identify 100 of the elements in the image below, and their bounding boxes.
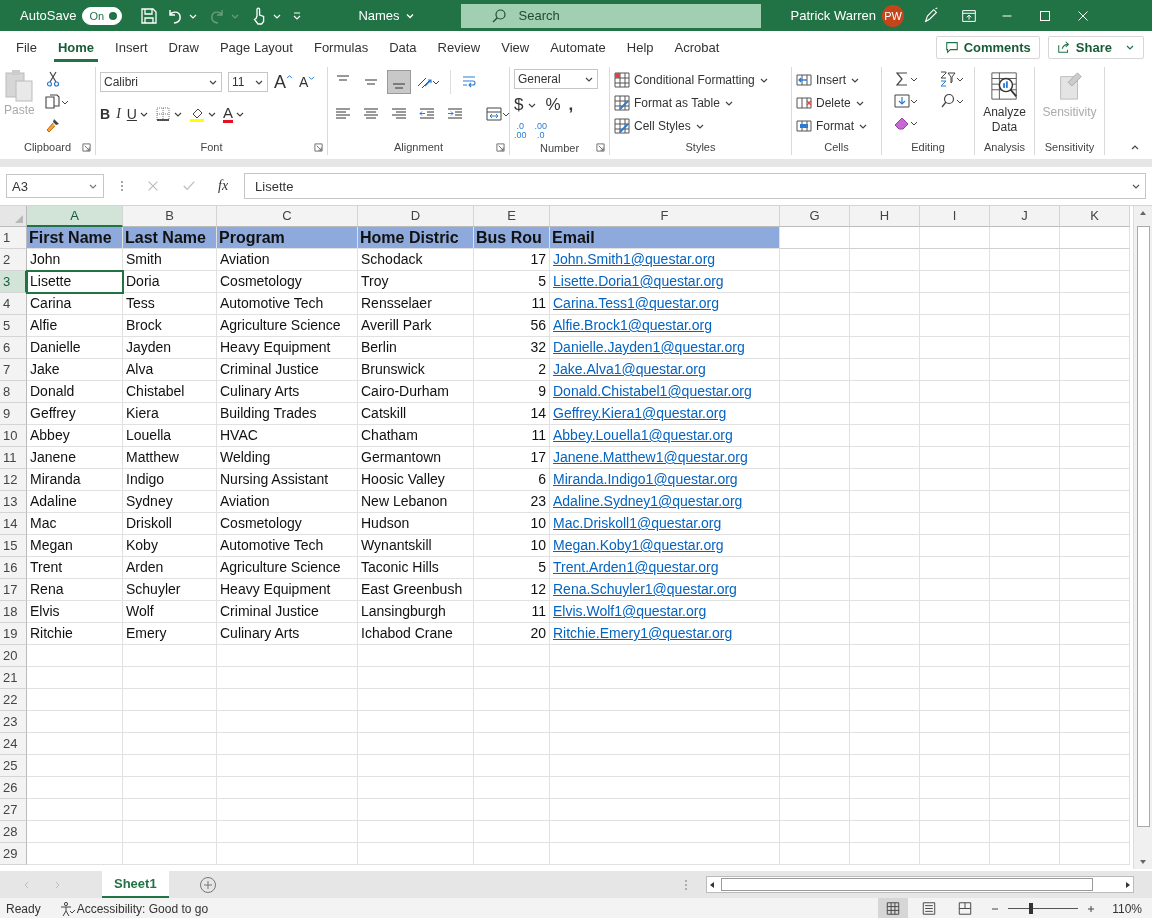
dialog-launcher-icon[interactable] <box>314 143 323 152</box>
column-header[interactable]: F <box>550 206 780 227</box>
email-link[interactable]: Janene.Matthew1@questar.org <box>553 449 748 465</box>
row-header[interactable]: 10 <box>0 425 27 447</box>
cells-menu-button[interactable]: Format <box>796 116 877 136</box>
borders-icon[interactable] <box>154 106 171 122</box>
email-link[interactable]: Megan.Koby1@questar.org <box>553 537 724 553</box>
percent-button[interactable]: % <box>545 95 561 115</box>
number-format-field[interactable]: General <box>514 69 598 89</box>
search-icon[interactable] <box>940 93 964 109</box>
row-header[interactable]: 23 <box>0 711 27 733</box>
dialog-launcher-icon[interactable] <box>82 143 91 152</box>
underline-button[interactable]: U <box>126 106 137 122</box>
dialog-launcher-icon[interactable] <box>496 143 505 152</box>
pen-icon[interactable] <box>922 6 941 25</box>
column-header[interactable]: K <box>1060 206 1130 227</box>
grow-font-button[interactable]: A <box>274 71 293 93</box>
email-link[interactable]: Elvis.Wolf1@questar.org <box>553 603 707 619</box>
column-header[interactable]: J <box>990 206 1060 227</box>
row-header[interactable]: 21 <box>0 667 27 689</box>
zoom-slider-thumb[interactable] <box>1029 903 1034 914</box>
decrease-decimal-button[interactable]: .00 .0 <box>534 122 548 140</box>
cells-menu-button[interactable]: Delete <box>796 93 877 113</box>
column-header[interactable]: C <box>217 206 358 227</box>
row-header[interactable]: 13 <box>0 491 27 513</box>
shrink-font-button[interactable]: A <box>299 74 316 90</box>
row-header[interactable]: 3 <box>0 271 27 293</box>
email-link[interactable]: Carina.Tess1@questar.org <box>553 295 719 311</box>
column-header[interactable]: B <box>123 206 217 227</box>
row-header[interactable]: 22 <box>0 689 27 711</box>
row-header[interactable]: 18 <box>0 601 27 623</box>
comma-style-button[interactable]: , <box>568 95 574 115</box>
merge-center-icon[interactable] <box>486 106 510 122</box>
autosave-toggle[interactable]: On <box>82 6 123 25</box>
column-header[interactable]: I <box>920 206 990 227</box>
ribbon-tab[interactable]: File <box>12 35 41 62</box>
zoom-in-icon[interactable] <box>1086 903 1097 914</box>
eraser-icon[interactable] <box>894 115 918 131</box>
format-painter-icon[interactable] <box>44 117 61 133</box>
row-header[interactable]: 24 <box>0 733 27 755</box>
ribbon-tab[interactable]: View <box>497 35 534 62</box>
row-header[interactable]: 29 <box>0 843 27 865</box>
fill-color-icon[interactable] <box>188 106 205 122</box>
copy-icon[interactable] <box>44 94 69 110</box>
zoom-level[interactable]: 110% <box>1112 901 1142 916</box>
ribbon-tab[interactable]: Automate <box>546 35 610 62</box>
wrap-text-icon[interactable] <box>461 74 477 90</box>
row-header[interactable]: 26 <box>0 777 27 799</box>
avatar[interactable]: PW <box>882 4 905 27</box>
styles-menu-button[interactable]: Format as Table <box>614 93 787 113</box>
accessibility-icon[interactable] <box>58 900 75 917</box>
insert-function-button[interactable]: fx <box>218 178 229 194</box>
email-link[interactable]: Geffrey.Kiera1@questar.org <box>553 405 727 421</box>
row-header[interactable]: 15 <box>0 535 27 557</box>
row-header[interactable]: 4 <box>0 293 27 315</box>
italic-button[interactable]: I <box>116 106 121 122</box>
email-link[interactable]: Alfie.Brock1@questar.org <box>553 317 712 333</box>
row-header[interactable]: 27 <box>0 799 27 821</box>
row-header[interactable]: 9 <box>0 403 27 425</box>
email-link[interactable]: Lisette.Doria1@questar.org <box>553 273 724 289</box>
row-header[interactable]: 14 <box>0 513 27 535</box>
bold-button[interactable]: B <box>100 106 111 122</box>
search-field[interactable]: Search <box>460 3 761 28</box>
row-header[interactable]: 16 <box>0 557 27 579</box>
email-link[interactable]: Ritchie.Emery1@questar.org <box>553 625 733 641</box>
add-sheet-icon[interactable] <box>198 875 217 894</box>
ribbon-tab[interactable]: Page Layout <box>215 35 297 62</box>
email-link[interactable]: Miranda.Indigo1@questar.org <box>553 471 738 487</box>
row-header[interactable]: 2 <box>0 249 27 271</box>
comments-button[interactable]: Comments <box>935 35 1040 59</box>
fill-down-icon[interactable] <box>894 93 918 109</box>
scissors-icon[interactable] <box>44 71 61 87</box>
row-header[interactable]: 25 <box>0 755 27 777</box>
file-name-button[interactable]: Names <box>358 8 421 23</box>
styles-menu-button[interactable]: Cell Styles <box>614 116 787 136</box>
cells-menu-button[interactable]: Insert <box>796 70 877 90</box>
font-name-field[interactable]: Calibri <box>100 72 222 92</box>
formula-field[interactable]: Lisette <box>244 173 1146 199</box>
row-header[interactable]: 6 <box>0 337 27 359</box>
column-header[interactable]: G <box>780 206 850 227</box>
save-icon[interactable] <box>139 5 160 26</box>
column-header[interactable]: H <box>850 206 920 227</box>
share-button[interactable]: Share <box>1047 35 1144 59</box>
row-header[interactable]: 11 <box>0 447 27 469</box>
autosum-icon[interactable] <box>894 71 918 87</box>
row-header[interactable]: 5 <box>0 315 27 337</box>
analyze-data-button[interactable]: Analyze Data <box>979 69 1030 135</box>
scrollbar-thumb[interactable] <box>721 878 1093 891</box>
normal-view-icon[interactable] <box>878 898 909 918</box>
font-color-button[interactable]: A <box>222 105 233 123</box>
currency-button[interactable]: $ <box>514 95 524 115</box>
email-link[interactable]: John.Smith1@questar.org <box>553 251 716 267</box>
row-header[interactable]: 20 <box>0 645 27 667</box>
drag-handle-icon[interactable] <box>684 877 688 892</box>
ribbon-tab[interactable]: Data <box>385 35 421 62</box>
column-header[interactable]: D <box>358 206 474 227</box>
ribbon-tab[interactable]: Formulas <box>309 35 373 62</box>
customize-toolbar-icon[interactable] <box>292 10 303 21</box>
ribbon-tab[interactable]: Home <box>53 35 99 62</box>
column-header[interactable]: E <box>474 206 550 227</box>
